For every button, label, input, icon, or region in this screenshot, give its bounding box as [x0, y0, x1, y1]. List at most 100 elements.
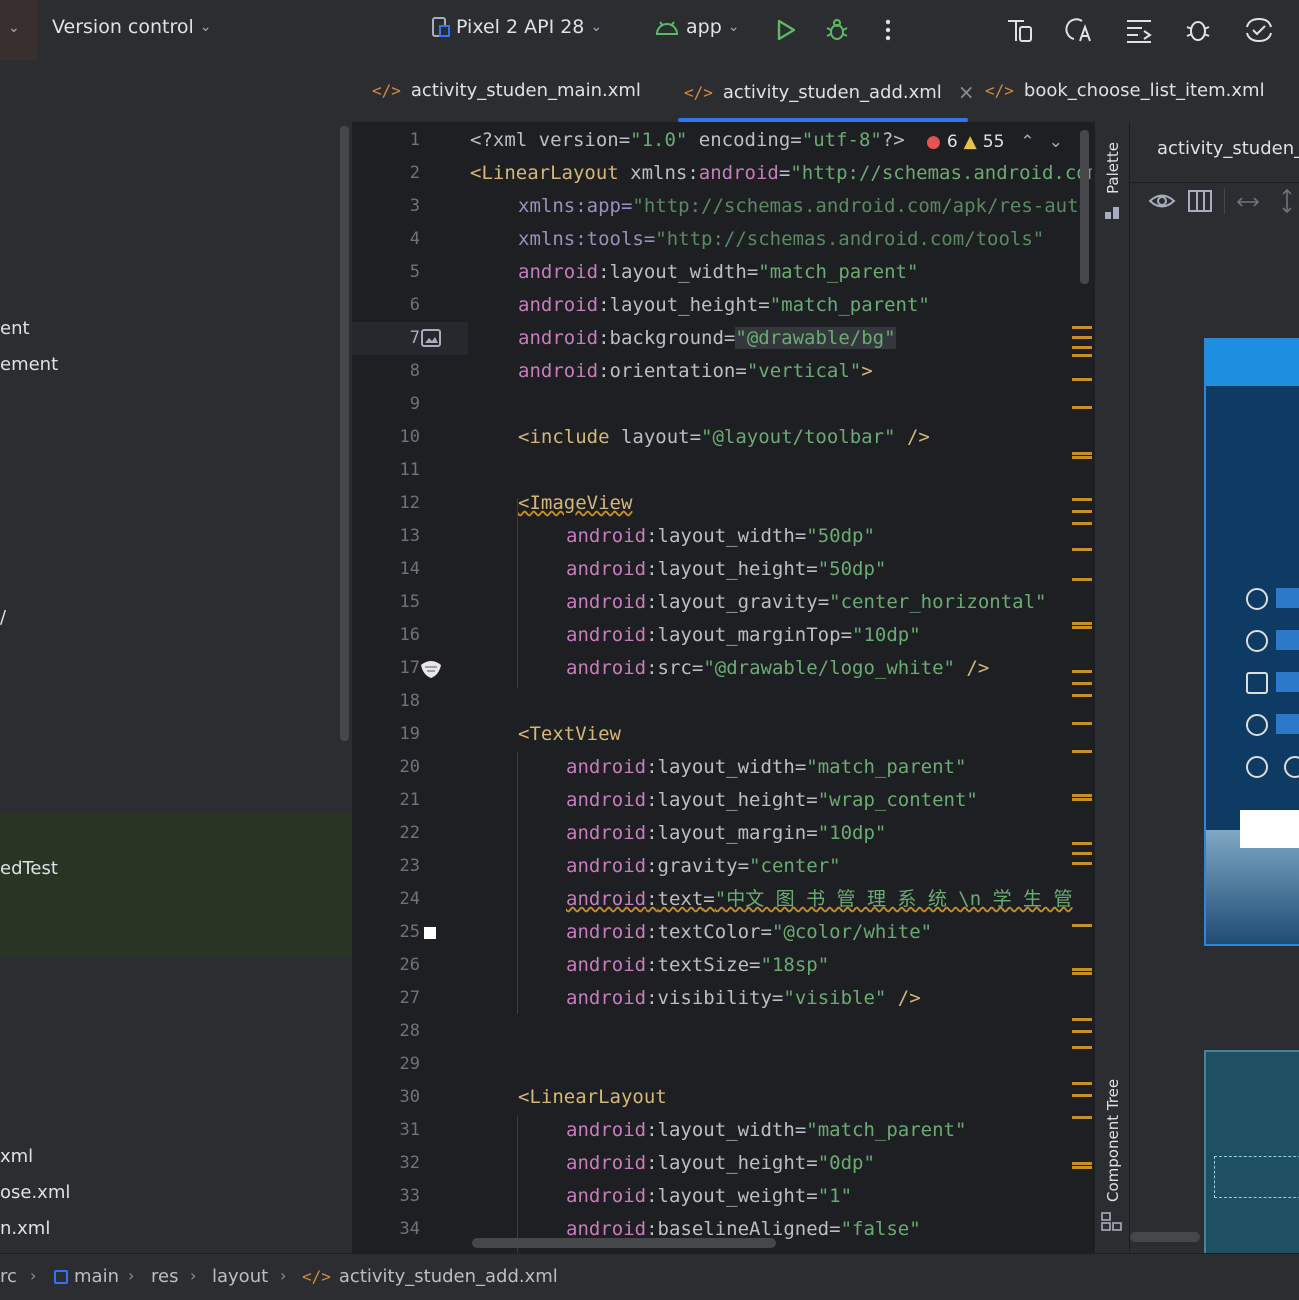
tree-item[interactable]: ement [0, 354, 58, 375]
line-number[interactable]: 30 [380, 1081, 420, 1114]
tree-item[interactable]: edTest [0, 858, 58, 879]
line-number[interactable]: 9 [380, 388, 420, 421]
warning-mark[interactable] [1072, 626, 1092, 629]
warning-mark[interactable] [1072, 378, 1092, 381]
warning-mark[interactable] [1072, 1018, 1092, 1021]
line-number[interactable]: 5 [380, 256, 420, 289]
line-number[interactable]: 11 [380, 454, 420, 487]
breadcrumb-item[interactable]: rc [0, 1266, 17, 1287]
warning-mark[interactable] [1072, 510, 1092, 513]
warning-mark[interactable] [1072, 1116, 1092, 1119]
eye-icon[interactable] [1148, 188, 1176, 214]
run-config-selector[interactable]: app ⌄ [654, 16, 740, 38]
warning-mark[interactable] [1072, 452, 1092, 455]
editor-vertical-scrollbar[interactable] [1080, 130, 1089, 284]
tree-item[interactable]: n.xml [0, 1218, 50, 1239]
warning-mark[interactable] [1072, 694, 1092, 697]
palette-tab[interactable]: Palette [1104, 142, 1122, 194]
error-stripe[interactable] [1068, 122, 1092, 1253]
line-number[interactable]: 12 [380, 487, 420, 520]
warning-mark[interactable] [1072, 406, 1092, 409]
line-number[interactable]: 19 [380, 718, 420, 751]
warning-mark[interactable] [1072, 522, 1092, 525]
warning-mark[interactable] [1072, 722, 1092, 725]
tab-activity-studen-main[interactable]: </> activity_studen_main.xml [372, 80, 641, 101]
line-number[interactable]: 31 [380, 1114, 420, 1147]
warning-mark[interactable] [1072, 1046, 1092, 1049]
line-number[interactable]: 10 [380, 421, 420, 454]
warning-mark[interactable] [1072, 968, 1092, 971]
close-tab-icon[interactable]: × [958, 80, 975, 104]
line-number[interactable]: 14 [380, 553, 420, 586]
warning-mark[interactable] [1072, 682, 1092, 685]
warning-mark[interactable] [1072, 670, 1092, 673]
line-number[interactable]: 33 [380, 1180, 420, 1213]
warning-mark[interactable] [1072, 548, 1092, 551]
line-number[interactable]: 28 [380, 1015, 420, 1048]
warning-mark[interactable] [1072, 456, 1092, 459]
tab-activity-studen-add[interactable]: </> activity_studen_add.xml × [684, 80, 975, 104]
warning-mark[interactable] [1072, 1030, 1092, 1033]
warning-mark[interactable] [1072, 1166, 1092, 1169]
previous-highlight-icon[interactable]: ⌃ [1020, 132, 1034, 152]
line-number[interactable]: 34 [380, 1213, 420, 1246]
version-control-menu[interactable]: Version control ⌄ [52, 16, 212, 38]
breadcrumb-item[interactable]: </> activity_studen_add.xml [302, 1266, 558, 1287]
warning-mark[interactable] [1072, 852, 1092, 855]
tab-book-choose-list-item[interactable]: </> book_choose_list_item.xml [985, 80, 1265, 101]
warning-mark[interactable] [1072, 1094, 1092, 1097]
breadcrumb-item[interactable]: layout [212, 1266, 268, 1287]
warning-mark[interactable] [1072, 1162, 1092, 1165]
breadcrumb-item[interactable]: res [151, 1266, 178, 1287]
editor-horizontal-scrollbar[interactable] [472, 1238, 776, 1248]
line-number[interactable]: 20 [380, 751, 420, 784]
line-number[interactable]: 7 [380, 322, 420, 355]
line-number[interactable]: 23 [380, 850, 420, 883]
resize-horizontal-icon[interactable] [1236, 194, 1260, 208]
debug-icon[interactable] [821, 14, 853, 46]
warning-mark[interactable] [1072, 346, 1092, 349]
warning-mark[interactable] [1072, 336, 1092, 339]
more-icon[interactable] [872, 14, 904, 46]
warning-mark[interactable] [1072, 862, 1092, 865]
line-number[interactable]: 21 [380, 784, 420, 817]
split-view-icon[interactable] [1188, 190, 1212, 212]
tree-item[interactable]: xml [0, 1146, 33, 1167]
line-number[interactable]: 6 [380, 289, 420, 322]
device-mirror-icon[interactable] [1243, 14, 1275, 46]
resize-vertical-icon[interactable] [1280, 188, 1294, 214]
line-number[interactable]: 4 [380, 223, 420, 256]
next-highlight-icon[interactable]: ⌄ [1049, 132, 1063, 152]
code-editor[interactable]: <?xml version="1.0" encoding="utf-8"?> <… [468, 122, 1092, 1253]
layout-preview-phone[interactable] [1204, 338, 1299, 946]
warning-mark[interactable] [1072, 1082, 1092, 1085]
component-tree-tab[interactable]: Component Tree [1104, 1079, 1122, 1202]
line-number[interactable]: 32 [380, 1147, 420, 1180]
warning-mark[interactable] [1072, 750, 1092, 753]
line-number[interactable]: 1 [380, 124, 420, 157]
warning-mark[interactable] [1072, 924, 1092, 927]
warning-mark[interactable] [1072, 798, 1092, 801]
warning-mark[interactable] [1072, 622, 1092, 625]
tree-item[interactable]: / [0, 607, 6, 628]
blueprint-preview-phone[interactable] [1204, 1050, 1299, 1253]
image-preview-icon[interactable] [421, 329, 441, 347]
line-number[interactable]: 16 [380, 619, 420, 652]
line-number[interactable]: 25 [380, 916, 420, 949]
breadcrumb-item[interactable]: main [54, 1266, 119, 1287]
tree-item[interactable]: ent [0, 318, 30, 339]
project-indicator[interactable]: ⌄ [0, 0, 38, 60]
line-number[interactable]: 3 [380, 190, 420, 223]
line-number[interactable]: 22 [380, 817, 420, 850]
line-number[interactable]: 2 [380, 157, 420, 190]
line-number[interactable]: 26 [380, 949, 420, 982]
line-number[interactable]: 17 [380, 652, 420, 685]
warning-mark[interactable] [1072, 326, 1092, 329]
structure-icon[interactable] [1123, 14, 1155, 46]
line-number[interactable]: 27 [380, 982, 420, 1015]
warning-mark[interactable] [1072, 794, 1092, 797]
line-number[interactable]: 13 [380, 520, 420, 553]
tree-item[interactable]: ose.xml [0, 1182, 70, 1203]
line-number[interactable]: 18 [380, 685, 420, 718]
warning-mark[interactable] [1072, 354, 1092, 357]
